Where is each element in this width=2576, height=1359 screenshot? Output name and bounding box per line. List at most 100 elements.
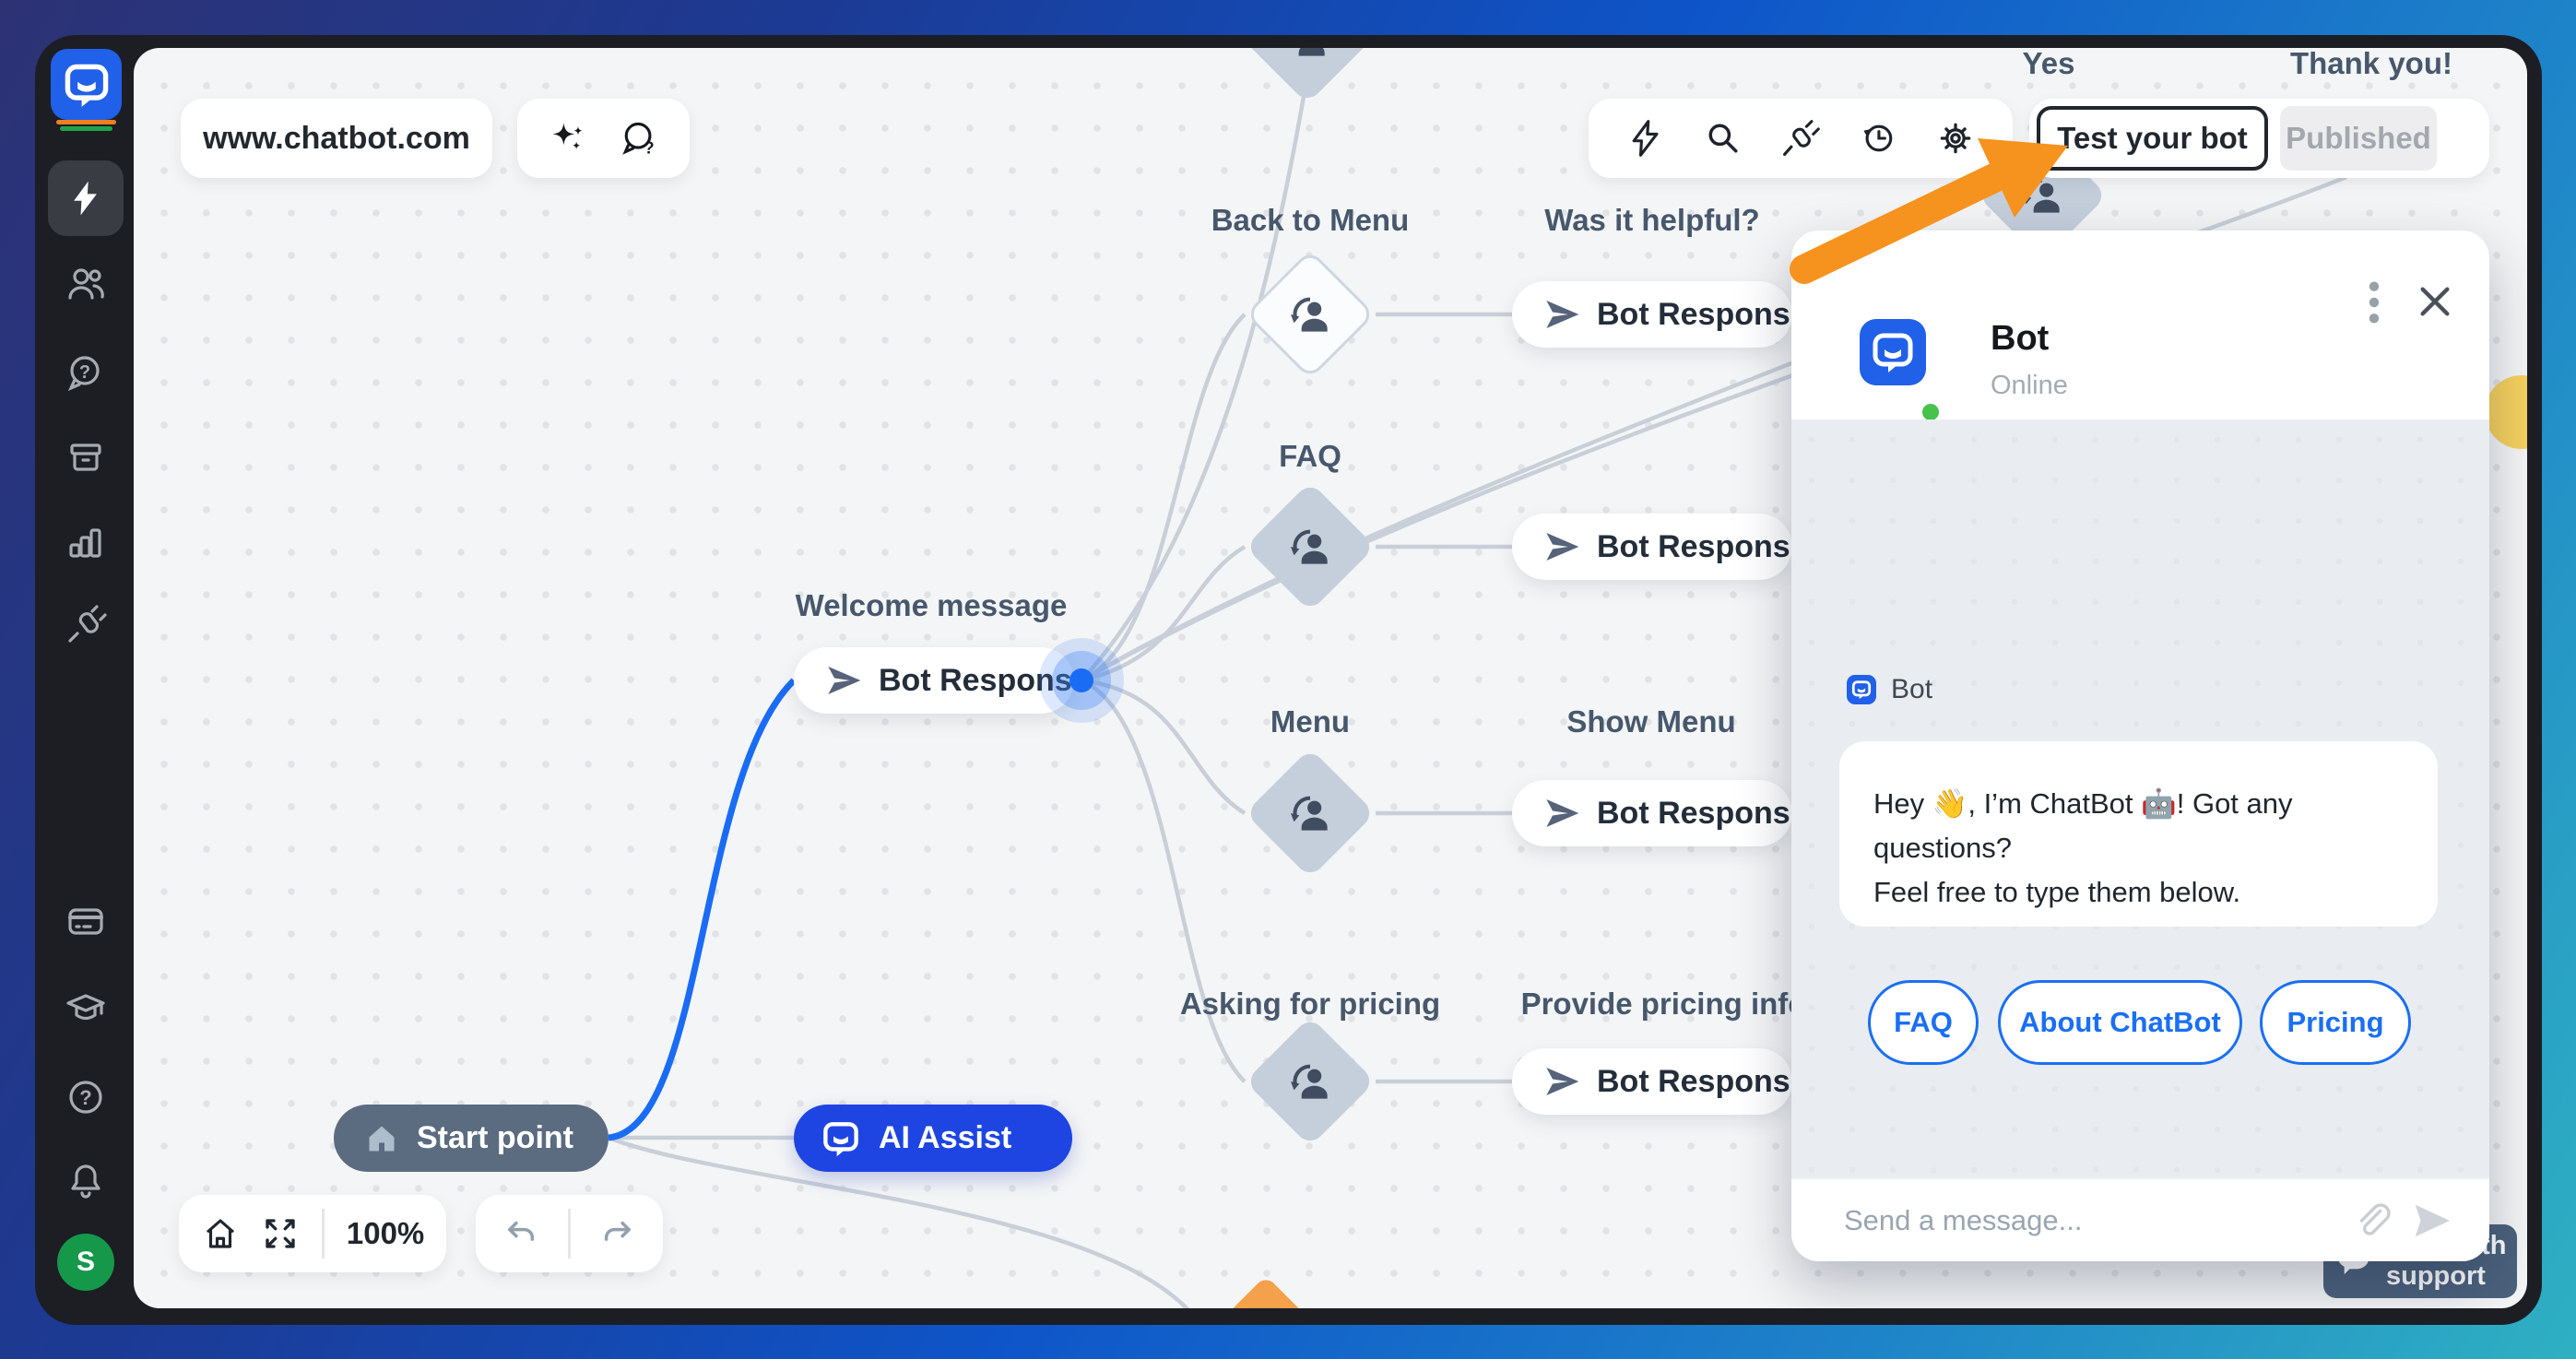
canvas-zoom-controls: 100% (179, 1195, 446, 1272)
gear-icon[interactable] (1935, 118, 1976, 159)
chatbot-logo[interactable] (51, 49, 122, 120)
svg-text:?: ? (79, 1086, 91, 1109)
bot-response-node-welcome[interactable]: Bot Response (794, 647, 1074, 714)
sidebar-item-billing[interactable] (64, 899, 108, 943)
sidebar-item-notifications[interactable] (64, 1159, 108, 1203)
credit-card-icon (64, 899, 108, 943)
node-label-welcome-message: Welcome message (747, 588, 1116, 623)
send-icon (1543, 296, 1580, 333)
home-view-icon[interactable] (201, 1214, 240, 1253)
help-circle-icon: ? (64, 1075, 108, 1119)
send-icon (825, 662, 862, 699)
ai-assist-node[interactable]: AI Assist (794, 1105, 1072, 1172)
builder-toolbar (1589, 99, 2013, 178)
chat-logo-icon (1851, 680, 1872, 700)
close-icon[interactable] (2416, 283, 2453, 320)
node-label-show-menu: Show Menu (1541, 704, 1762, 739)
node-title: Start point (417, 1120, 573, 1156)
divider (322, 1209, 325, 1259)
redo-icon[interactable] (597, 1214, 636, 1253)
sidebar-item-chats[interactable]: ? (64, 351, 108, 396)
search-icon[interactable] (1703, 118, 1743, 159)
bot-url-button[interactable]: www.chatbot.com (181, 99, 492, 178)
sidebar-item-archive[interactable] (64, 435, 108, 479)
chat-question-icon: ? (64, 351, 108, 396)
message-sender-name: Bot (1891, 674, 1932, 705)
attachment-icon[interactable] (2351, 1199, 2393, 1242)
node-label-was-it-helpful: Was it helpful? (1542, 203, 1763, 238)
quick-reply-about-chatbot[interactable]: About ChatBot (1998, 980, 2242, 1065)
plug-icon[interactable] (1780, 118, 1821, 159)
logo-stack-orange (56, 120, 116, 124)
message-input[interactable] (1844, 1204, 2351, 1237)
home-icon (365, 1122, 398, 1155)
send-icon (1543, 528, 1580, 565)
lightning-icon[interactable] (1625, 118, 1666, 159)
widget-bot-name: Bot (1991, 319, 2049, 359)
bot-response-node-faq[interactable]: Bot Response (1512, 514, 1792, 580)
fit-view-icon[interactable] (261, 1214, 300, 1253)
history-icon[interactable] (1858, 118, 1898, 159)
node-label-yes: Yes (1956, 48, 2141, 81)
svg-text:?: ? (644, 138, 654, 158)
user-input-icon (1282, 48, 1333, 65)
start-point-node[interactable]: Start point (334, 1105, 609, 1172)
widget-conversation: Bot Hey 👋, I’m ChatBot 🤖! Got any questi… (1791, 420, 2489, 1177)
chat-test-widget: Bot Online Bot Hey 👋, I’m ChatBot 🤖! Got… (1791, 230, 2489, 1261)
user-avatar[interactable]: S (57, 1234, 114, 1291)
quick-reply-pricing[interactable]: Pricing (2260, 980, 2411, 1065)
app-window: ? ? S (0, 0, 2576, 1359)
publish-toolbar: Test your bot Published (2029, 99, 2489, 178)
message-sender-row: Bot (1847, 674, 1932, 705)
bar-chart-icon (64, 521, 108, 565)
node-title: Bot Response (1597, 297, 1808, 333)
sidebar-item-reports[interactable] (64, 521, 108, 565)
bot-response-node-pricing[interactable]: Bot Response (1512, 1048, 1792, 1115)
bot-message-bubble: Hey 👋, I’m ChatBot 🤖! Got any questions?… (1839, 741, 2438, 927)
bot-response-node-show-menu[interactable]: Bot Response (1512, 780, 1792, 846)
divider (568, 1209, 571, 1259)
connector-handle[interactable] (1069, 668, 1093, 692)
chat-question-icon[interactable]: ? (619, 118, 659, 159)
chat-logo-icon (821, 1119, 860, 1158)
node-label-menu: Menu (1126, 704, 1495, 739)
node-title: AI Assist (879, 1120, 1011, 1156)
sparkles-icon[interactable] (548, 118, 588, 159)
bot-response-node-helpful[interactable]: Bot Response (1512, 281, 1792, 348)
sidebar-item-help[interactable]: ? (64, 1075, 108, 1119)
published-badge[interactable]: Published (2280, 106, 2437, 171)
bot-message-line1: Hey 👋, I’m ChatBot 🤖! Got any questions? (1873, 782, 2405, 870)
undo-redo-controls (476, 1195, 663, 1272)
graduation-cap-icon (64, 986, 108, 1030)
archive-icon (64, 435, 108, 479)
bot-message-line2: Feel free to type them below. (1873, 870, 2405, 915)
user-input-icon (1284, 1056, 1336, 1107)
user-input-icon (1284, 787, 1336, 839)
undo-icon[interactable] (502, 1214, 541, 1253)
sidebar-item-users[interactable] (64, 262, 108, 306)
kebab-menu-icon[interactable] (2357, 278, 2391, 326)
sidebar-item-academy[interactable] (64, 986, 108, 1030)
widget-online-status: Online (1991, 371, 2068, 401)
node-label-faq: FAQ (1126, 439, 1495, 474)
logo-stack-green (60, 126, 112, 131)
bell-icon (64, 1159, 108, 1203)
send-message-icon[interactable] (2410, 1199, 2452, 1242)
zoom-level[interactable]: 100% (347, 1216, 424, 1251)
flow-canvas[interactable]: Yes Thank you! Welcome message Bot Respo… (134, 48, 2527, 1308)
send-icon (1543, 1063, 1580, 1100)
chat-logo-icon (63, 61, 111, 109)
widget-header: Bot Online (1791, 230, 2489, 420)
sidebar-item-integrations[interactable] (64, 603, 108, 647)
node-title: Bot Response (1597, 796, 1808, 832)
people-icon (64, 262, 108, 306)
ai-tools-toolbar: ? (517, 99, 690, 178)
bot-avatar (1860, 319, 1926, 385)
test-your-bot-button[interactable]: Test your bot (2037, 106, 2268, 171)
user-input-icon (1284, 521, 1336, 573)
user-input-icon (1284, 289, 1336, 340)
node-title: Bot Response (1597, 1064, 1808, 1100)
sidebar-item-flows-active[interactable] (48, 160, 124, 236)
quick-reply-faq[interactable]: FAQ (1868, 980, 1979, 1065)
chat-logo-icon (1871, 330, 1915, 374)
